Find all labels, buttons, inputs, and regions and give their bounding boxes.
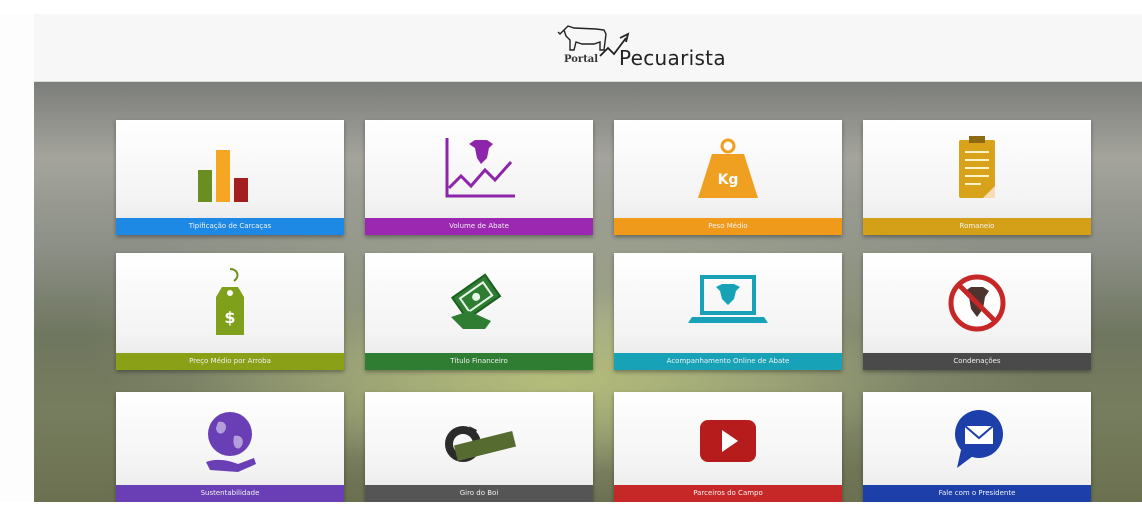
tile-parceiros-do-campo[interactable]: Parceiros do Campo: [614, 392, 842, 502]
tile-label: Fale com o Presidente: [863, 485, 1091, 502]
tile-label: Parceiros do Campo: [614, 485, 842, 502]
tile-label: Título Financeiro: [365, 353, 593, 370]
tile-peso-medio[interactable]: Kg Peso Médio: [614, 120, 842, 235]
tile-romaneio[interactable]: Romaneio: [863, 120, 1091, 235]
portal-page: Portal Pecuarista Tipificação de Carcaça…: [0, 0, 1142, 512]
svg-text:Kg: Kg: [718, 172, 739, 188]
tile-fale-com-o-presidente[interactable]: Fale com o Presidente: [863, 392, 1091, 502]
top-bar: [0, 0, 1142, 14]
tile-label: Peso Médio: [614, 218, 842, 235]
footer: [0, 502, 1142, 512]
logo-small-text: Portal: [564, 54, 599, 65]
tile-tipificacao-carcacas[interactable]: Tipificação de Carcaças: [116, 120, 344, 235]
tile-label: Condenações: [863, 353, 1091, 370]
svg-text:$: $: [224, 308, 235, 327]
bar-chart-icon: [180, 132, 280, 204]
money-hand-icon: [429, 265, 529, 337]
dashboard-background: Tipificação de Carcaças Volume de Abate …: [34, 82, 1142, 502]
kg-weight-icon: Kg: [678, 132, 778, 204]
price-tag-icon: $: [180, 265, 280, 337]
tile-giro-do-boi[interactable]: Giro do Boi: [365, 392, 593, 502]
tile-label: Tipificação de Carcaças: [116, 218, 344, 235]
mail-bubble-icon: [927, 404, 1027, 476]
clipboard-icon: [927, 132, 1027, 204]
header: Portal Pecuarista: [34, 14, 1142, 82]
tile-label: Giro do Boi: [365, 485, 593, 502]
tile-acompanhamento-online-abate[interactable]: Acompanhamento Online de Abate: [614, 253, 842, 370]
tile-sustentabilidade[interactable]: Sustentabilidade: [116, 392, 344, 502]
video-play-icon: [678, 404, 778, 476]
tile-label: Acompanhamento Online de Abate: [614, 353, 842, 370]
prohibited-cattle-icon: [927, 265, 1027, 337]
tile-label: Volume de Abate: [365, 218, 593, 235]
giro-do-boi-logo-icon: [429, 404, 529, 476]
tile-label: Sustentabilidade: [116, 485, 344, 502]
laptop-cattle-icon: [678, 265, 778, 337]
logo-title: Pecuarista: [619, 46, 726, 70]
tile-preco-medio-arroba[interactable]: $ Preço Médio por Arroba: [116, 253, 344, 370]
portal-logo[interactable]: Portal Pecuarista: [534, 20, 744, 78]
tile-condenacoes[interactable]: Condenações: [863, 253, 1091, 370]
tile-titulo-financeiro[interactable]: Título Financeiro: [365, 253, 593, 370]
tile-label: Preço Médio por Arroba: [116, 353, 344, 370]
tile-label: Romaneio: [863, 218, 1091, 235]
globe-hand-icon: [180, 404, 280, 476]
cattle-line-chart-icon: [429, 132, 529, 204]
tile-volume-abate[interactable]: Volume de Abate: [365, 120, 593, 235]
